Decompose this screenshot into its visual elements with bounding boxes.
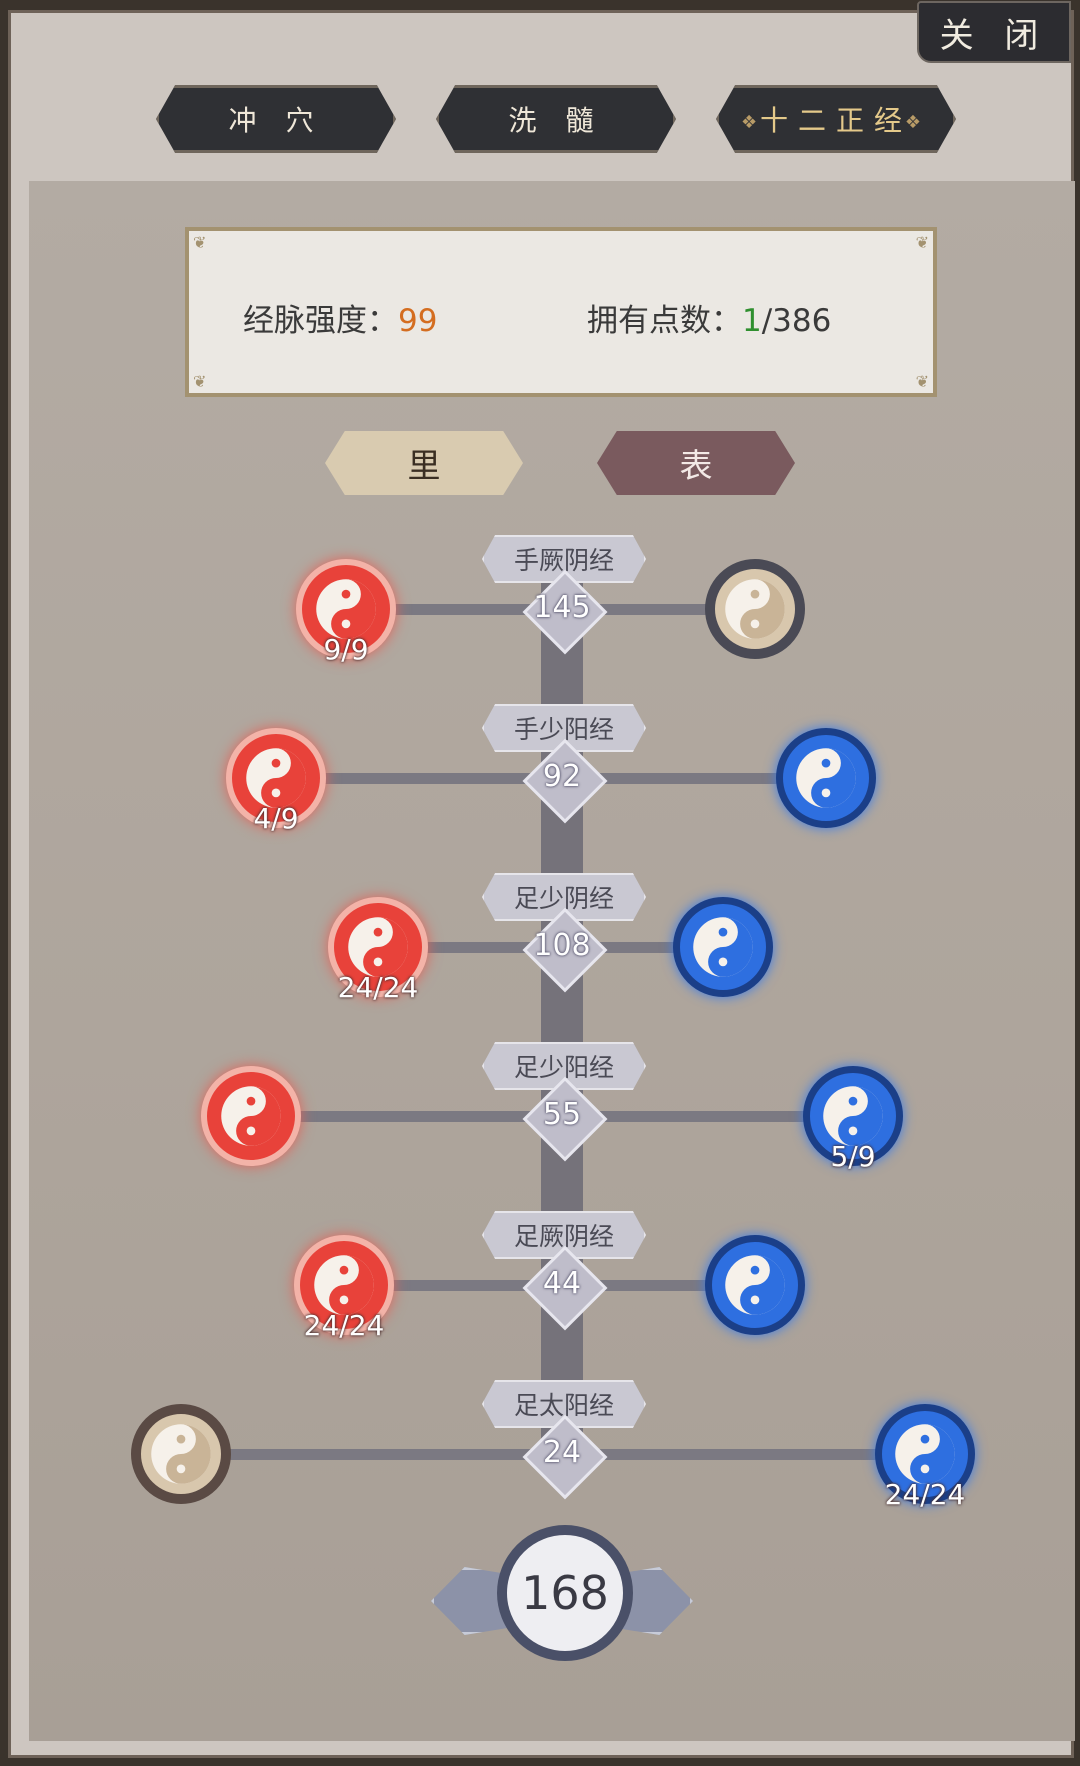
tab-biao[interactable]: 表	[597, 431, 795, 495]
yin-yang-icon	[725, 1255, 785, 1315]
strength-value: 99	[398, 303, 438, 339]
acupoint-node-right[interactable]	[705, 559, 805, 659]
yin-yang-icon	[314, 1255, 374, 1315]
window-frame: 关 闭 冲 穴 洗 髓 ❖ 十二正经 ❖ ❦ ❦ ❦ ❦ 经脉强度：99 拥有点…	[8, 1, 1075, 1758]
tab-xisui[interactable]: 洗 髓	[436, 85, 676, 153]
corner-ornament-icon: ❦	[193, 233, 207, 252]
close-button[interactable]: 关 闭	[917, 1, 1071, 63]
tab-twelve-meridians[interactable]: ❖ 十二正经 ❖	[716, 85, 956, 153]
acupoint-node-right[interactable]	[776, 728, 876, 828]
points-label: 拥有点数：	[587, 303, 742, 339]
total-badge: 168	[431, 1525, 693, 1669]
owned-points: 拥有点数：1/386	[587, 295, 831, 340]
yin-yang-icon	[796, 748, 856, 808]
yin-yang-icon	[693, 917, 753, 977]
meridian-value: 44	[542, 1266, 582, 1301]
acupoint-count: 9/9	[323, 633, 369, 666]
tab-chongxue[interactable]: 冲 穴	[156, 85, 396, 153]
info-box: ❦ ❦ ❦ ❦ 经脉强度：99 拥有点数：1/386	[185, 227, 937, 397]
yin-yang-icon	[151, 1424, 211, 1484]
acupoint-node-right[interactable]	[705, 1235, 805, 1335]
acupoint-node-right[interactable]	[673, 897, 773, 997]
acupoint-count: 24/24	[884, 1478, 966, 1511]
acupoint-node-left[interactable]	[201, 1066, 301, 1166]
strength-label: 经脉强度：	[243, 303, 398, 339]
acupoint-count: 4/9	[253, 802, 299, 835]
yin-yang-icon	[895, 1424, 955, 1484]
ornament-icon: ❖	[741, 112, 768, 133]
points-total: /386	[761, 303, 832, 339]
tab-twelve-meridians-label: 十二正经	[759, 104, 912, 137]
corner-ornament-icon: ❦	[915, 233, 929, 252]
meridian-value: 24	[542, 1435, 582, 1470]
yin-yang-icon	[316, 579, 376, 639]
yin-yang-icon	[823, 1086, 883, 1146]
meridian-value: 55	[542, 1097, 582, 1132]
acupoint-count: 24/24	[337, 971, 419, 1004]
yin-yang-icon	[725, 579, 785, 639]
meridian-value: 108	[533, 928, 591, 963]
tab-li[interactable]: 里	[325, 431, 523, 495]
meridian-value: 145	[533, 590, 591, 625]
yin-yang-icon	[348, 917, 408, 977]
yin-yang-icon	[246, 748, 306, 808]
yin-yang-icon	[221, 1086, 281, 1146]
total-value: 168	[497, 1525, 633, 1661]
acupoint-count: 24/24	[303, 1309, 385, 1342]
corner-ornament-icon: ❦	[915, 372, 929, 391]
acupoint-count: 5/9	[830, 1140, 876, 1173]
points-current: 1	[742, 303, 762, 339]
corner-ornament-icon: ❦	[193, 372, 207, 391]
meridian-strength: 经脉强度：99	[243, 295, 437, 340]
ornament-icon: ❖	[904, 112, 931, 133]
acupoint-node-left[interactable]	[131, 1404, 231, 1504]
meridian-value: 92	[542, 759, 582, 794]
